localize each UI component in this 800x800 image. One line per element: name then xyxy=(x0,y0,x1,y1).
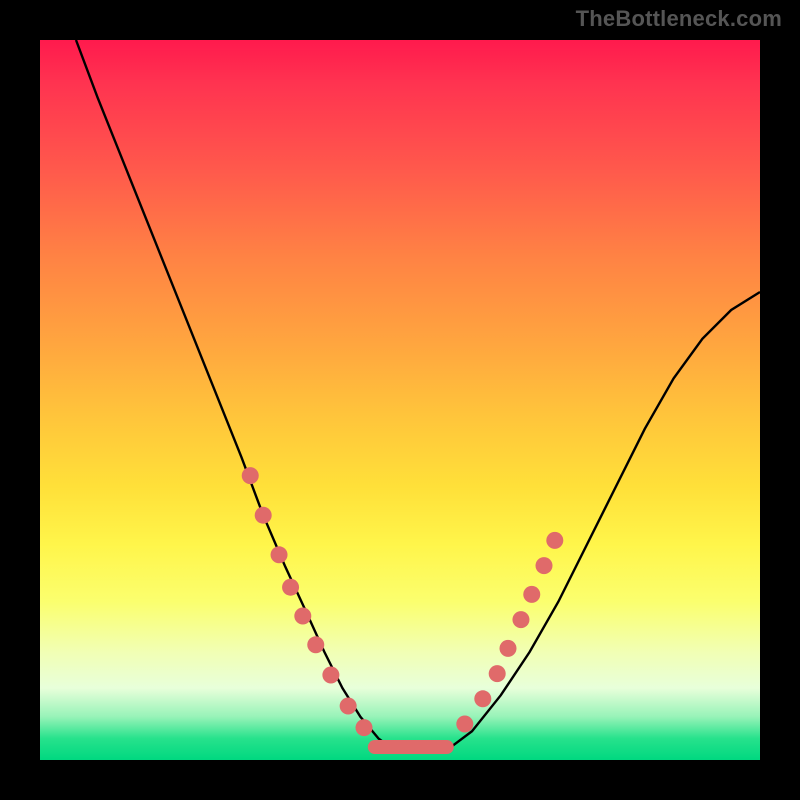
chart-svg xyxy=(40,40,760,760)
data-marker xyxy=(456,716,473,733)
markers-right-group xyxy=(456,532,563,733)
data-marker xyxy=(500,640,517,657)
data-marker xyxy=(546,532,563,549)
bottleneck-curve xyxy=(76,40,760,753)
data-marker xyxy=(489,665,506,682)
data-marker xyxy=(294,608,311,625)
data-marker xyxy=(356,719,373,736)
data-marker xyxy=(536,557,553,574)
data-marker xyxy=(322,667,339,684)
data-marker xyxy=(307,636,324,653)
data-marker xyxy=(242,467,259,484)
data-marker xyxy=(523,586,540,603)
data-marker xyxy=(474,690,491,707)
data-marker xyxy=(282,579,299,596)
plot-area xyxy=(40,40,760,760)
data-marker xyxy=(512,611,529,628)
data-marker xyxy=(340,698,357,715)
attribution-text: TheBottleneck.com xyxy=(576,6,782,32)
chart-frame: TheBottleneck.com xyxy=(0,0,800,800)
markers-left-group xyxy=(242,467,373,736)
data-marker xyxy=(255,507,272,524)
data-marker xyxy=(271,546,288,563)
